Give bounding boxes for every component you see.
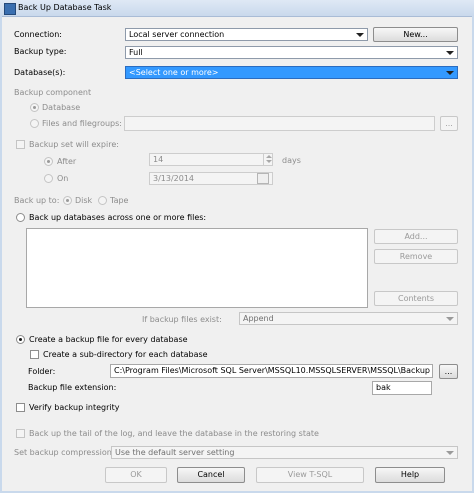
verify-checkbox[interactable] — [16, 403, 25, 412]
calendar-icon[interactable] — [257, 173, 269, 184]
expire-days-input[interactable]: 14 — [149, 153, 273, 166]
folder-input[interactable]: C:\Program Files\Microsoft SQL Server\MS… — [110, 364, 433, 378]
tape-radio[interactable] — [98, 196, 107, 205]
compression-label: Set backup compression: — [14, 448, 115, 457]
database-radio[interactable] — [30, 103, 39, 112]
files-filegroups-input[interactable] — [124, 116, 435, 131]
subdir-label: Create a sub-directory for each database — [43, 350, 208, 359]
databases-select[interactable]: <Select one or more> — [125, 66, 458, 79]
add-file-button[interactable]: Add... — [374, 229, 458, 244]
expire-checkbox[interactable] — [16, 140, 25, 149]
database-radio-label: Database — [42, 103, 81, 112]
window-frame-left — [0, 16, 2, 493]
days-spinner[interactable] — [263, 153, 273, 166]
chevron-down-icon — [356, 33, 364, 37]
databases-value: <Select one or more> — [129, 68, 219, 77]
tape-radio-label: Tape — [110, 196, 129, 205]
help-button[interactable]: Help — [375, 467, 445, 483]
compression-value: Use the default server setting — [115, 448, 235, 457]
tail-log-label: Back up the tail of the log, and leave t… — [29, 429, 319, 438]
chevron-down-icon — [446, 71, 454, 75]
expire-label: Backup set will expire: — [29, 140, 119, 149]
view-tsql-button[interactable]: View T-SQL — [256, 467, 364, 483]
databases-label: Database(s): — [14, 68, 66, 77]
expire-date-value: 3/13/2014 — [153, 174, 195, 183]
per-db-radio[interactable] — [16, 335, 25, 344]
expire-on-label: On — [57, 174, 69, 183]
disk-radio[interactable] — [63, 196, 72, 205]
chevron-down-icon — [446, 451, 454, 455]
verify-label: Verify backup integrity — [29, 403, 120, 412]
remove-file-button[interactable]: Remove — [374, 249, 458, 264]
spin-down-icon — [266, 160, 272, 163]
backup-files-list[interactable] — [26, 228, 368, 308]
app-icon — [4, 3, 16, 15]
new-connection-button[interactable]: New... — [373, 27, 458, 42]
connection-select[interactable]: Local server connection — [125, 28, 368, 41]
expire-after-radio[interactable] — [44, 157, 53, 166]
extension-input[interactable]: bak — [372, 381, 432, 395]
chevron-down-icon — [446, 51, 454, 55]
extension-label: Backup file extension: — [28, 383, 117, 392]
connection-label: Connection: — [14, 30, 62, 39]
spin-up-icon — [266, 155, 272, 158]
cancel-button[interactable]: Cancel — [177, 467, 245, 483]
folder-browse-button[interactable]: ... — [439, 364, 458, 379]
if-exist-select[interactable]: Append — [239, 312, 458, 325]
contents-button[interactable]: Contents — [374, 291, 458, 306]
per-db-label: Create a backup file for every database — [29, 335, 188, 344]
title-bar: Back Up Database Task — [0, 0, 474, 17]
compression-select[interactable]: Use the default server setting — [111, 446, 458, 459]
backup-to-label: Back up to: — [14, 196, 60, 205]
expire-on-radio[interactable] — [44, 174, 53, 183]
expire-date-input[interactable]: 3/13/2014 — [149, 172, 273, 185]
ok-button[interactable]: OK — [105, 467, 167, 483]
if-exist-value: Append — [243, 314, 274, 323]
files-filegroups-radio[interactable] — [30, 119, 39, 128]
extension-value: bak — [376, 383, 391, 392]
across-files-label: Back up databases across one or more fil… — [29, 213, 207, 222]
expire-days-value: 14 — [153, 155, 164, 164]
tail-log-checkbox[interactable] — [16, 429, 25, 438]
folder-label: Folder: — [28, 367, 56, 376]
backup-component-label: Backup component — [14, 88, 92, 97]
files-filegroups-label: Files and filegroups: — [42, 119, 122, 128]
files-browse-button[interactable]: ... — [440, 116, 458, 131]
connection-value: Local server connection — [129, 30, 225, 39]
window-title: Back Up Database Task — [18, 3, 112, 12]
folder-value: C:\Program Files\Microsoft SQL Server\MS… — [114, 366, 430, 375]
chevron-down-icon — [446, 317, 454, 321]
expire-after-label: After — [57, 157, 77, 166]
subdir-checkbox[interactable] — [30, 350, 39, 359]
backup-type-label: Backup type: — [14, 47, 67, 56]
if-exist-label: If backup files exist: — [142, 315, 222, 324]
disk-radio-label: Disk — [75, 196, 93, 205]
backup-type-select[interactable]: Full — [125, 46, 458, 59]
days-label: days — [282, 156, 301, 165]
across-files-radio[interactable] — [16, 213, 25, 222]
backup-type-value: Full — [129, 48, 143, 57]
